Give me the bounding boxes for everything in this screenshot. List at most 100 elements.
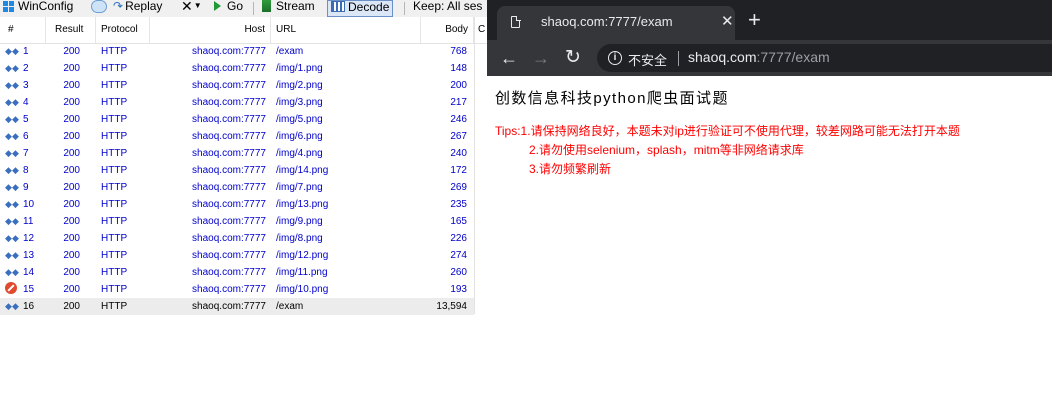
session-url: /img/6.png	[276, 131, 323, 142]
session-body-size: 235	[450, 199, 467, 210]
session-row[interactable]: 2 200 HTTP shaoq.com:7777/img/1.png 148	[0, 60, 474, 77]
request-response-icon	[5, 77, 20, 94]
new-tab-icon[interactable]: +	[748, 7, 761, 33]
session-url: /img/14.png	[276, 165, 329, 176]
session-row[interactable]: 7 200 HTTP shaoq.com:7777/img/4.png 240	[0, 145, 474, 162]
session-protocol: HTTP	[101, 216, 128, 227]
reload-icon[interactable]: ↻	[561, 46, 585, 70]
session-number: 9	[5, 179, 45, 196]
session-protocol: HTTP	[101, 148, 128, 159]
session-result: 200	[63, 114, 80, 125]
replay-button[interactable]: ↷ Replay	[113, 0, 162, 17]
toolbar-divider	[404, 2, 405, 15]
session-number-text: 12	[23, 233, 35, 244]
browser-toolbar: ← → ↻ i 不安全 shaoq.com:7777/exam	[487, 40, 1052, 76]
request-response-icon	[5, 264, 20, 281]
session-number-text: 8	[23, 165, 29, 176]
session-number: 12	[5, 230, 45, 247]
session-number: 13	[5, 247, 45, 264]
session-row[interactable]: 12 200 HTTP shaoq.com:7777/img/8.png 226	[0, 230, 474, 247]
back-arrow-icon[interactable]: ←	[497, 46, 521, 70]
column-divider	[474, 17, 475, 314]
session-number-text: 3	[23, 80, 29, 91]
session-host: shaoq.com:7777	[192, 233, 266, 244]
tab-exam[interactable]: shaoq.com:7777/exam ✕	[497, 6, 735, 40]
session-body-size: 226	[450, 233, 467, 244]
session-url: /img/4.png	[276, 148, 323, 159]
column-header-protocol[interactable]: Protocol	[96, 17, 150, 43]
session-list: 1200HTTPshaoq.com:7777/exam7682200HTTPsh…	[0, 43, 474, 315]
replay-icon: ↷	[113, 0, 124, 13]
toolbar-divider	[253, 2, 254, 15]
request-response-icon	[5, 196, 20, 213]
session-url: /img/8.png	[276, 233, 323, 244]
tip-line-3: 3.请勿频繁刷新	[529, 162, 612, 176]
session-host: shaoq.com:7777	[192, 301, 266, 312]
session-number-text: 9	[23, 182, 29, 193]
document-icon	[511, 15, 521, 28]
column-header-number[interactable]: #	[0, 17, 46, 43]
session-protocol: HTTP	[101, 233, 128, 244]
session-host: shaoq.com:7777	[192, 267, 266, 278]
session-row[interactable]: 15 200 HTTP shaoq.com:7777/img/10.png 193	[0, 281, 474, 298]
page-content: 创数信息科技python爬虫面试题 Tips:1.请保持网络良好，本题未对ip进…	[487, 76, 1052, 402]
address-bar[interactable]: i 不安全 shaoq.com:7777/exam	[597, 44, 1052, 72]
session-body-size: 13,594	[436, 301, 467, 312]
column-header-url[interactable]: URL	[271, 17, 421, 43]
session-row[interactable]: 4 200 HTTP shaoq.com:7777/img/3.png 217	[0, 94, 474, 111]
session-number-text: 13	[23, 250, 35, 261]
session-body-size: 274	[450, 250, 467, 261]
session-row[interactable]: 14 200 HTTP shaoq.com:7777/img/11.png 260	[0, 264, 474, 281]
column-header-body[interactable]: Body	[421, 17, 474, 43]
session-number: 11	[5, 213, 45, 230]
session-body-size: 172	[450, 165, 467, 176]
session-host: shaoq.com:7777	[192, 250, 266, 261]
session-url: /img/10.png	[276, 284, 329, 295]
stream-button[interactable]: Stream	[262, 0, 315, 17]
session-number-text: 11	[23, 216, 34, 227]
keep-sessions-dropdown[interactable]: Keep: All ses	[413, 0, 482, 17]
request-response-icon	[5, 60, 20, 77]
session-host: shaoq.com:7777	[192, 46, 266, 57]
session-row[interactable]: 11 200 HTTP shaoq.com:7777/img/9.png 165	[0, 213, 474, 230]
session-row[interactable]: 1 200 HTTP shaoq.com:7777/exam 768	[0, 43, 474, 60]
session-row[interactable]: 3 200 HTTP shaoq.com:7777/img/2.png 200	[0, 77, 474, 94]
session-row[interactable]: 16 200 HTTP shaoq.com:7777/exam 13,594	[0, 298, 474, 315]
column-header-host[interactable]: Host	[150, 17, 271, 43]
session-row[interactable]: 13 200 HTTP shaoq.com:7777/img/12.png 274	[0, 247, 474, 264]
session-url: /img/3.png	[276, 97, 323, 108]
session-row[interactable]: 9 200 HTTP shaoq.com:7777/img/7.png 269	[0, 179, 474, 196]
session-number: 7	[5, 145, 45, 162]
forward-arrow-icon[interactable]: →	[529, 46, 553, 70]
session-result: 200	[63, 267, 80, 278]
session-protocol: HTTP	[101, 63, 128, 74]
session-number-text: 4	[23, 97, 29, 108]
close-tab-icon[interactable]: ✕	[721, 12, 734, 30]
session-number-text: 2	[23, 63, 29, 74]
session-row[interactable]: 10 200 HTTP shaoq.com:7777/img/13.png 235	[0, 196, 474, 213]
comment-button[interactable]	[91, 0, 107, 17]
security-label[interactable]: 不安全	[628, 50, 667, 69]
session-protocol: HTTP	[101, 199, 128, 210]
address-divider	[678, 51, 679, 66]
session-row[interactable]: 5 200 HTTP shaoq.com:7777/img/5.png 246	[0, 111, 474, 128]
session-protocol: HTTP	[101, 165, 128, 176]
session-number: 6	[5, 128, 45, 145]
column-header-result[interactable]: Result	[46, 17, 96, 43]
session-number-text: 7	[23, 148, 29, 159]
session-body-size: 240	[450, 148, 467, 159]
session-url: /img/2.png	[276, 80, 323, 91]
session-row[interactable]: 6 200 HTTP shaoq.com:7777/img/6.png 267	[0, 128, 474, 145]
go-button[interactable]: Go	[212, 0, 243, 17]
info-icon[interactable]: i	[608, 51, 622, 65]
decode-button[interactable]: Decode	[327, 0, 394, 17]
url-text[interactable]: shaoq.com:7777/exam	[688, 49, 830, 65]
session-result: 200	[63, 250, 80, 261]
session-row[interactable]: 8 200 HTTP shaoq.com:7777/img/14.png 172	[0, 162, 474, 179]
session-number-text: 14	[23, 267, 35, 278]
session-protocol: HTTP	[101, 97, 128, 108]
session-body-size: 269	[450, 182, 467, 193]
remove-button[interactable]: ✕▼	[181, 0, 206, 17]
winconfig-button[interactable]: WinConfig	[3, 0, 73, 17]
column-header-caching[interactable]: C	[474, 17, 487, 43]
